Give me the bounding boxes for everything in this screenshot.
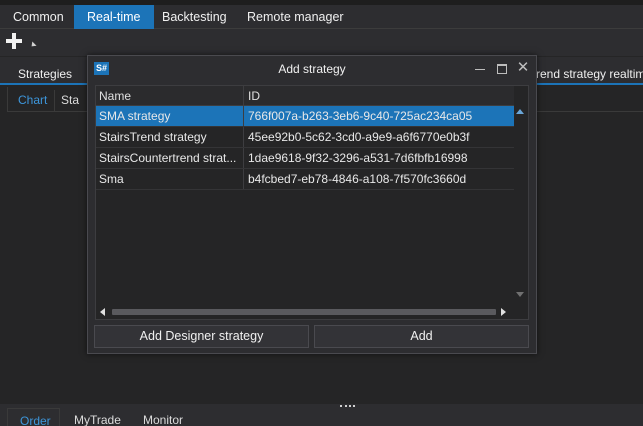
scroll-up-icon[interactable] xyxy=(516,109,524,114)
toolbar xyxy=(0,29,643,56)
tab-mytrade[interactable]: MyTrade xyxy=(74,413,121,426)
close-icon[interactable]: ✕ xyxy=(516,60,530,76)
tab-monitor[interactable]: Monitor xyxy=(143,413,183,426)
column-header-name[interactable]: Name xyxy=(96,86,244,106)
scroll-left-icon[interactable] xyxy=(100,308,105,316)
cell-name: SMA strategy xyxy=(96,106,244,126)
add-designer-strategy-button[interactable]: Add Designer strategy xyxy=(94,325,309,348)
grid-header: Name ID xyxy=(96,86,514,106)
tab-trend-strategy-realtime[interactable]: rend strategy realtim xyxy=(536,64,643,84)
scroll-down-icon[interactable] xyxy=(516,292,524,297)
cell-name: Sma xyxy=(96,169,244,189)
plus-icon[interactable] xyxy=(6,33,22,49)
main-menu-tabs: Common Real-time Backtesting Remote mana… xyxy=(0,5,643,29)
bottom-tabs: MyTrade Monitor xyxy=(0,408,643,426)
vertical-scrollbar[interactable] xyxy=(514,106,528,304)
splitter-grip-icon[interactable] xyxy=(340,405,355,407)
tab-strategies[interactable]: Strategies xyxy=(18,64,72,84)
tab-common[interactable]: Common xyxy=(0,5,77,29)
tab-order-label: Order xyxy=(20,414,51,426)
cell-id: 1dae9618-9f32-3296-a531-7d6fbfb16998 xyxy=(248,151,468,165)
cell-id: 45ee92b0-5c62-3cd0-a9e9-a6f6770e0b3f xyxy=(248,130,470,144)
table-row[interactable]: Sma b4fcbed7-eb78-4846-a108-7f570fc3660d xyxy=(96,169,514,190)
table-row[interactable]: StairsTrend strategy 45ee92b0-5c62-3cd0-… xyxy=(96,127,514,148)
tab-remote-manager[interactable]: Remote manager xyxy=(234,5,357,29)
cell-name: StairsCountertrend strat... xyxy=(96,148,244,168)
add-button[interactable]: Add xyxy=(314,325,529,348)
cell-id: b4fcbed7-eb78-4846-a108-7f570fc3660d xyxy=(248,172,467,186)
table-row[interactable]: StairsCountertrend strat... 1dae9618-9f3… xyxy=(96,148,514,169)
table-row[interactable]: SMA strategy 766f007a-b263-3eb6-9c40-725… xyxy=(96,106,514,127)
tab-real-time[interactable]: Real-time xyxy=(74,5,154,29)
horizontal-scroll-thumb[interactable] xyxy=(112,309,496,315)
scroll-right-icon[interactable] xyxy=(501,308,506,316)
cell-id: 766f007a-b263-3eb6-9c40-725ac234ca05 xyxy=(248,109,473,123)
tab-chart[interactable]: Chart xyxy=(7,90,55,111)
column-header-id[interactable]: ID xyxy=(245,86,514,106)
tab-backtesting[interactable]: Backtesting xyxy=(149,5,240,29)
cell-name: StairsTrend strategy xyxy=(96,127,244,147)
maximize-icon[interactable] xyxy=(496,61,508,75)
minimize-icon[interactable] xyxy=(474,61,486,75)
tab-statistics[interactable]: Sta xyxy=(61,90,79,111)
tab-order[interactable]: Order xyxy=(7,408,60,426)
dialog-title: Add strategy xyxy=(278,62,346,76)
